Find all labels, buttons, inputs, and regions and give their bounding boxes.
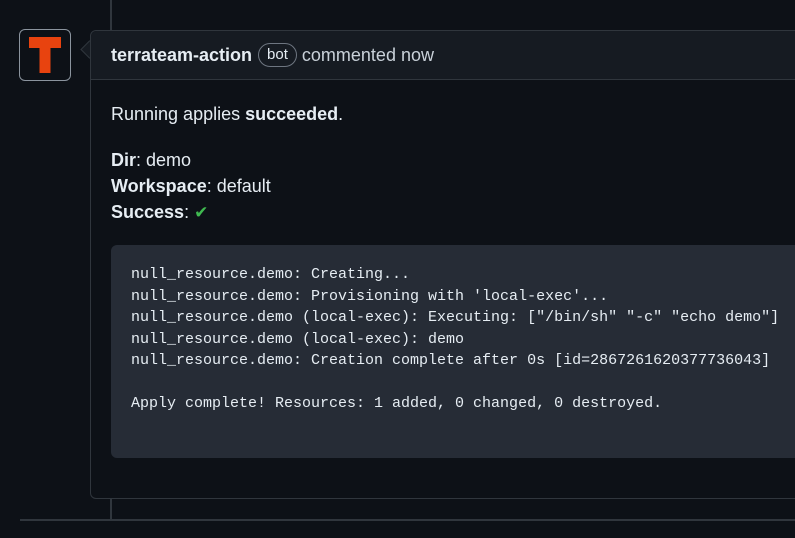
- author-avatar[interactable]: [19, 29, 71, 81]
- code-line: null_resource.demo (local-exec): demo: [131, 330, 465, 348]
- comment-header: terrateam-action bot commented now: [91, 31, 795, 80]
- success-separator: :: [184, 202, 195, 222]
- success-label: Success: [111, 202, 185, 222]
- code-line: null_resource.demo (local-exec): Executi…: [131, 309, 780, 326]
- apply-status-line: Running applies succeeded.: [111, 101, 795, 127]
- apply-output-code-block[interactable]: null_resource.demo: Creating... null_reso…: [111, 245, 795, 458]
- code-line: null_resource.demo: Provisioning with 'l…: [131, 287, 609, 305]
- workspace-label: Workspace: [111, 176, 207, 196]
- status-prefix: Running applies: [111, 104, 246, 124]
- author-link[interactable]: terrateam-action: [111, 45, 252, 66]
- comment-card: terrateam-action bot commented now Runni…: [90, 30, 795, 499]
- dir-label: Dir: [111, 150, 137, 170]
- code-line: Apply complete! Resources: 1 added, 0 ch…: [131, 395, 663, 412]
- comment-body: Running applies succeeded. Dir: demo Wor…: [111, 101, 795, 226]
- success-field: Success: ✔: [111, 199, 795, 226]
- code-line: null_resource.demo: Creation complete af…: [131, 352, 771, 369]
- status-suffix: .: [338, 104, 344, 124]
- terrateam-logo-icon: [29, 37, 61, 73]
- status-result: succeeded: [245, 104, 339, 124]
- code-line: null_resource.demo: Creating...: [131, 266, 411, 283]
- dir-value: : demo: [136, 150, 192, 170]
- comment-timestamp[interactable]: commented now: [302, 45, 434, 66]
- dir-field: Dir: demo: [111, 147, 795, 173]
- workspace-field: Workspace: default: [111, 173, 795, 199]
- bot-badge: bot: [258, 43, 297, 67]
- check-mark-icon: ✔: [194, 203, 209, 223]
- workspace-value: : default: [206, 176, 271, 196]
- timeline-divider: [20, 519, 795, 521]
